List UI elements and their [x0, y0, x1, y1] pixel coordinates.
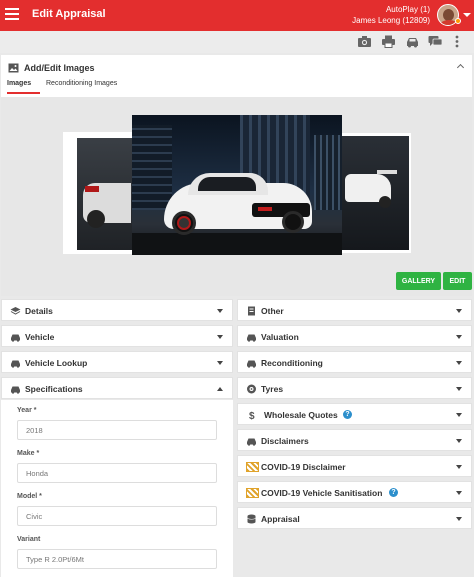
hazard-icon — [246, 462, 259, 472]
carousel-image-main[interactable] — [132, 115, 342, 255]
caret-down-icon — [456, 491, 462, 495]
section-label: Specifications — [25, 384, 83, 394]
account-user: James Leong (12809) — [352, 16, 430, 25]
panel-title: Add/Edit Images — [24, 63, 95, 73]
model-label: Model * — [17, 493, 42, 500]
section-label: Appraisal — [261, 514, 300, 524]
caret-down-icon — [456, 465, 462, 469]
section-appraisal[interactable]: Appraisal — [237, 507, 472, 529]
section-label: Tyres — [261, 384, 284, 394]
database-icon — [247, 514, 256, 524]
caret-down-icon — [217, 361, 223, 365]
section-wholesale-quotes[interactable]: $ Wholesale Quotes ? — [237, 403, 472, 425]
section-specifications[interactable]: Specifications — [1, 377, 233, 399]
help-icon[interactable]: ? — [343, 410, 352, 419]
more-icon[interactable] — [454, 35, 460, 48]
section-label: Reconditioning — [261, 358, 323, 368]
car-icon — [247, 360, 256, 368]
status-dot — [455, 18, 461, 24]
caret-down-icon — [456, 387, 462, 391]
caret-down-icon — [217, 309, 223, 313]
section-label: Disclaimers — [261, 436, 309, 446]
camera-icon[interactable] — [357, 35, 372, 48]
chat-icon[interactable] — [428, 35, 443, 48]
account-info[interactable]: AutoPlay (1) James Leong (12809) — [352, 4, 430, 26]
section-valuation[interactable]: Valuation — [237, 325, 472, 347]
gallery-button[interactable]: GALLERY — [396, 272, 441, 290]
make-field[interactable]: Honda — [17, 463, 217, 483]
section-label: Details — [25, 306, 53, 316]
variant-field[interactable]: Type R 2.0Pt/6Mt — [17, 549, 217, 569]
section-covid-sanitisation[interactable]: COVID-19 Vehicle Sanitisation ? — [237, 481, 472, 503]
toolbar — [0, 31, 474, 53]
section-label: COVID-19 Disclaimer — [261, 462, 346, 472]
section-reconditioning[interactable]: Reconditioning — [237, 351, 472, 373]
account-dealer: AutoPlay (1) — [385, 5, 430, 14]
specifications-form: Year * 2018 Make * Honda Model * Civic V… — [1, 400, 233, 577]
edit-images-button[interactable]: EDIT — [443, 272, 472, 290]
section-other[interactable]: Other — [237, 299, 472, 321]
car-icon — [247, 334, 256, 342]
page-title: Edit Appraisal — [32, 8, 106, 20]
section-vehicle[interactable]: Vehicle — [1, 325, 233, 347]
svg-text:$: $ — [249, 411, 255, 420]
section-label: Valuation — [261, 332, 299, 342]
tyre-icon — [247, 384, 256, 394]
carousel-image-prev[interactable] — [63, 132, 133, 254]
caret-down-icon — [456, 517, 462, 521]
dollar-icon: $ — [249, 411, 255, 420]
section-tyres[interactable]: Tyres — [237, 377, 472, 399]
year-field[interactable]: 2018 — [17, 420, 217, 440]
variant-label: Variant — [17, 536, 41, 543]
car-icon — [247, 438, 256, 446]
tab-reconditioning-images[interactable]: Reconditioning Images — [46, 80, 117, 94]
model-field[interactable]: Civic — [17, 506, 217, 526]
image-carousel[interactable] — [1, 97, 472, 296]
caret-down-icon — [456, 335, 462, 339]
section-label: Other — [261, 306, 284, 316]
section-label: Vehicle — [25, 332, 55, 342]
section-label: Vehicle Lookup — [25, 358, 88, 368]
caret-down-icon — [217, 335, 223, 339]
images-panel: Add/Edit Images Images Reconditioning Im… — [1, 55, 472, 296]
section-disclaimers[interactable]: Disclaimers — [237, 429, 472, 451]
image-icon — [8, 63, 19, 73]
caret-down-icon — [456, 413, 462, 417]
car-icon[interactable] — [405, 35, 420, 48]
app-header: Edit Appraisal AutoPlay (1) James Leong … — [0, 0, 474, 31]
year-label: Year * — [17, 407, 37, 414]
car-icon — [11, 386, 20, 394]
help-icon[interactable]: ? — [389, 488, 398, 497]
caret-up-icon — [217, 387, 223, 391]
section-label: COVID-19 Vehicle Sanitisation — [261, 488, 383, 498]
section-details[interactable]: Details — [1, 299, 233, 321]
caret-down-icon — [456, 361, 462, 365]
section-vehicle-lookup[interactable]: Vehicle Lookup — [1, 351, 233, 373]
car-icon — [11, 334, 20, 342]
caret-down-icon — [456, 309, 462, 313]
printer-icon[interactable] — [381, 35, 396, 48]
hazard-icon — [246, 488, 259, 498]
make-label: Make * — [17, 450, 40, 457]
menu-icon[interactable] — [5, 8, 19, 20]
chevron-up-icon[interactable] — [456, 63, 465, 72]
carousel-image-next[interactable] — [341, 133, 411, 253]
section-label: Wholesale Quotes — [264, 410, 338, 420]
document-icon — [248, 306, 255, 316]
chevron-down-icon[interactable] — [463, 13, 471, 17]
caret-down-icon — [456, 439, 462, 443]
car-icon — [11, 360, 20, 368]
layers-icon — [10, 307, 21, 315]
section-covid-disclaimer[interactable]: COVID-19 Disclaimer — [237, 455, 472, 477]
tab-images[interactable]: Images — [7, 80, 40, 94]
